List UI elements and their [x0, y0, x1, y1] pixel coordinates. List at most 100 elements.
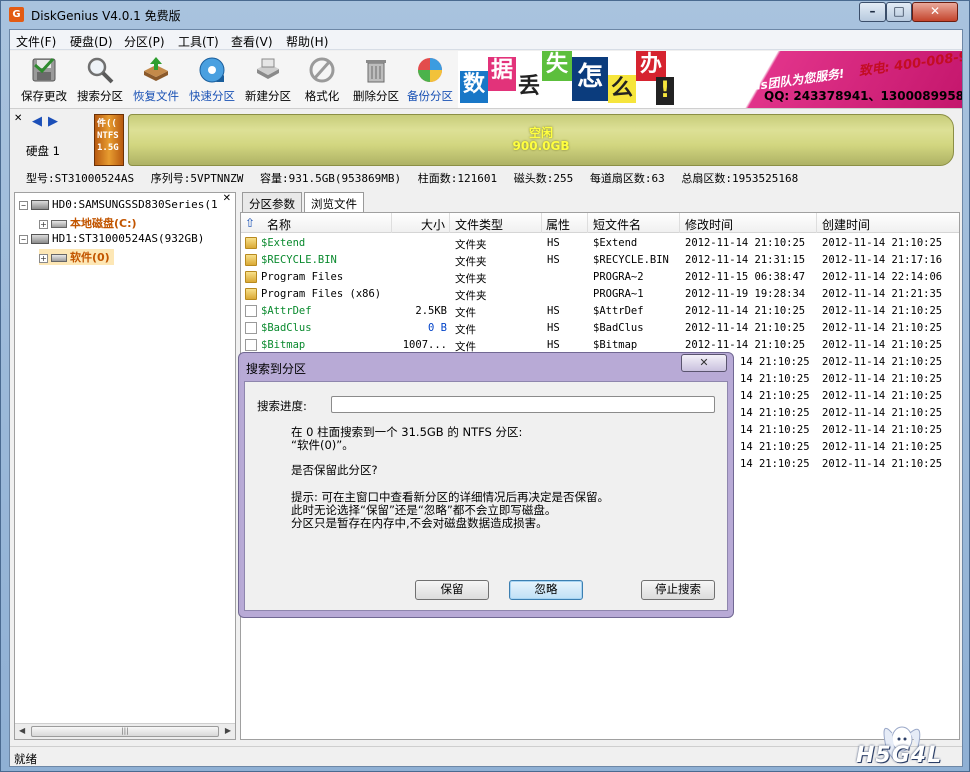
expand-icon[interactable]: +	[39, 254, 48, 263]
tip-line: 分区只是暂存在内存中,不会对磁盘数据造成损害。	[291, 516, 548, 530]
search-partition-button[interactable]: 搜索分区	[72, 53, 128, 107]
ntfs-partition-block[interactable]: 件(( NTFS 1.5G	[94, 114, 124, 166]
cell-created: 2012-11-14 21:17:16	[822, 254, 943, 266]
new-partition-button[interactable]: 新建分区	[240, 53, 296, 107]
toolbar-label: 格式化	[304, 89, 340, 103]
column-header-size[interactable]: 大小	[421, 216, 445, 233]
maximize-button[interactable]: □	[886, 2, 912, 22]
disk-info-line: 型号:ST31000524AS 序列号:5VPTNNZW 容量:931.5GB(…	[26, 170, 808, 186]
collapse-icon[interactable]: −	[19, 201, 28, 210]
scroll-left-arrow-icon[interactable]: ◀	[19, 726, 25, 735]
disk-model: 型号:ST31000524AS	[26, 172, 135, 185]
expand-icon[interactable]: +	[39, 220, 48, 229]
table-row[interactable]: Program Files 文件夹 PROGRA~2 2012-11-15 06:38…	[241, 269, 959, 286]
cell-attr: HS	[547, 305, 560, 317]
cell-attr: HS	[547, 237, 560, 249]
cell-short: $Bitmap	[593, 339, 638, 351]
column-header-created[interactable]: 创建时间	[822, 216, 870, 233]
folder-icon	[245, 271, 257, 283]
menu-file[interactable]: 文件(F)	[16, 33, 56, 50]
scrollbar-thumb[interactable]: |||	[31, 726, 219, 737]
format-button[interactable]: 格式化	[294, 53, 350, 107]
close-button[interactable]: ✕	[912, 2, 958, 22]
cell-name: Program Files	[261, 271, 344, 283]
quick-partition-button[interactable]: 快速分区	[184, 53, 240, 107]
tree-node-local-disk-c[interactable]: + 本地磁盘(C:)	[39, 215, 137, 231]
diskgenius-logo-icon: G	[9, 7, 24, 22]
disk-sectors-per-track: 每道扇区数:63	[589, 172, 665, 185]
window-title: DiskGenius V4.0.1 免费版	[31, 9, 181, 23]
support-banner-ad[interactable]: 数 据 丢 失 怎 么 办 ! DiskGenius团队为您服务! 致电: 40…	[458, 51, 962, 108]
disk-capacity: 容量:931.5GB(953869MB)	[259, 172, 402, 185]
disk-map-bar: ✕ ◀ ▶ 硬盘 1 件(( NTFS 1.5G 空闲 900.0GB	[10, 110, 962, 172]
disk-cylinders: 柱面数:121601	[417, 172, 498, 185]
column-header-attr[interactable]: 属性	[546, 216, 570, 233]
table-row[interactable]: $BadClus 0 B 文件 HS $BadClus 2012-11-14 21:10:…	[241, 320, 959, 337]
column-header-short-name[interactable]: 短文件名	[593, 216, 641, 233]
cell-attr: HS	[547, 322, 560, 334]
close-icon[interactable]: ✕	[14, 113, 22, 124]
hard-disk-icon	[31, 200, 49, 210]
stop-search-button[interactable]: 停止搜索	[641, 580, 715, 600]
keep-button[interactable]: 保留	[415, 580, 489, 600]
recover-files-button[interactable]: 恢复文件	[128, 53, 184, 107]
file-list-header: ⇧ 名称 大小 文件类型 属性 短文件名 修改时间 创建时间	[241, 213, 959, 233]
tree-node-label: HD1:ST31000524AS(932GB)	[52, 232, 205, 245]
folder-icon	[245, 288, 257, 300]
cell-created: 2012-11-14 21:10:25	[822, 390, 943, 402]
hard-disk-icon	[31, 234, 49, 244]
tree-node-label: 软件(0)	[70, 251, 110, 264]
cell-short: $AttrDef	[593, 305, 644, 317]
column-header-modified[interactable]: 修改时间	[685, 216, 733, 233]
search-progress-bar	[331, 396, 715, 413]
scroll-right-arrow-icon[interactable]: ▶	[225, 726, 231, 735]
table-row[interactable]: $RECYCLE.BIN 文件夹 HS $RECYCLE.BIN 2012-11-14 …	[241, 252, 959, 269]
cell-short: $Extend	[593, 237, 638, 249]
cell-created: 2012-11-14 21:10:25	[822, 322, 943, 334]
cell-modified: 2012-11-14 21:10:25	[685, 339, 806, 351]
column-header-type[interactable]: 文件类型	[455, 216, 503, 233]
folder-icon	[245, 254, 257, 266]
menu-view[interactable]: 查看(V)	[231, 33, 273, 50]
backup-partition-button[interactable]: 备份分区	[402, 53, 458, 107]
tree-horizontal-scrollbar[interactable]: ◀ ||| ▶	[15, 723, 235, 739]
cell-size: 1007...	[402, 339, 447, 351]
menu-tools[interactable]: 工具(T)	[178, 33, 219, 50]
backup-pie-icon	[418, 58, 442, 82]
title-bar[interactable]: G DiskGenius V4.0.1 免费版 – □ ✕	[1, 1, 969, 29]
menu-disk[interactable]: 硬盘(D)	[70, 33, 113, 50]
dialog-body: 搜索进度: 在 0 柱面搜索到一个 31.5GB 的 NTFS 分区: “软件(…	[244, 381, 728, 611]
cell-modified: 2012-11-14 21:10:25	[685, 237, 806, 249]
ignore-button[interactable]: 忽略	[509, 580, 583, 600]
tree-node-hd0[interactable]: − HD0:SAMSUNGSSD830Series(1	[19, 198, 218, 211]
collapse-icon[interactable]: −	[19, 235, 28, 244]
delete-partition-button[interactable]: 删除分区	[348, 53, 404, 107]
free-space-block[interactable]: 空闲 900.0GB	[128, 114, 954, 166]
column-header-name[interactable]: 名称	[267, 216, 291, 233]
disk-label: 硬盘 1	[26, 144, 60, 158]
table-row[interactable]: Program Files (x86) 文件夹 PROGRA~1 2012-11-19…	[241, 286, 959, 303]
cell-modified: 14 21:10:25	[740, 441, 810, 453]
up-folder-icon[interactable]: ⇧	[245, 216, 255, 230]
toolbar-label: 恢复文件	[133, 89, 179, 103]
tree-node-hd1[interactable]: − HD1:ST31000524AS(932GB)	[19, 232, 204, 245]
disk-tree-panel: ✕ − HD0:SAMSUNGSSD830Series(1 + 本地磁盘(C:) −…	[14, 192, 236, 740]
tree-node-software-partition[interactable]: + 软件(0)	[39, 249, 114, 265]
tab-browse-files[interactable]: 浏览文件	[304, 192, 364, 213]
table-row[interactable]: $AttrDef 2.5KB 文件 HS $AttrDef 2012-11-14 21:1…	[241, 303, 959, 320]
table-row[interactable]: $Extend 文件夹 HS $Extend 2012-11-14 21:10:25 20…	[241, 235, 959, 252]
menu-help[interactable]: 帮助(H)	[286, 33, 328, 50]
close-icon[interactable]: ✕	[223, 193, 231, 204]
minimize-button[interactable]: –	[859, 2, 886, 22]
save-changes-button[interactable]: 保存更改	[16, 53, 72, 107]
tab-partition-params[interactable]: 分区参数	[242, 192, 302, 212]
cell-modified: 14 21:10:25	[740, 390, 810, 402]
dialog-close-button[interactable]: ✕	[681, 354, 727, 372]
banner-qq-text: QQ: 243378941、1300089958	[764, 89, 962, 103]
tree-node-label: HD0:SAMSUNGSSD830Series(1	[52, 198, 218, 211]
cell-modified: 14 21:10:25	[740, 373, 810, 385]
previous-disk-arrow-icon[interactable]: ◀	[32, 114, 42, 129]
next-disk-arrow-icon[interactable]: ▶	[48, 114, 58, 129]
menu-partition[interactable]: 分区(P)	[124, 33, 165, 50]
cell-type: 文件	[455, 324, 476, 336]
